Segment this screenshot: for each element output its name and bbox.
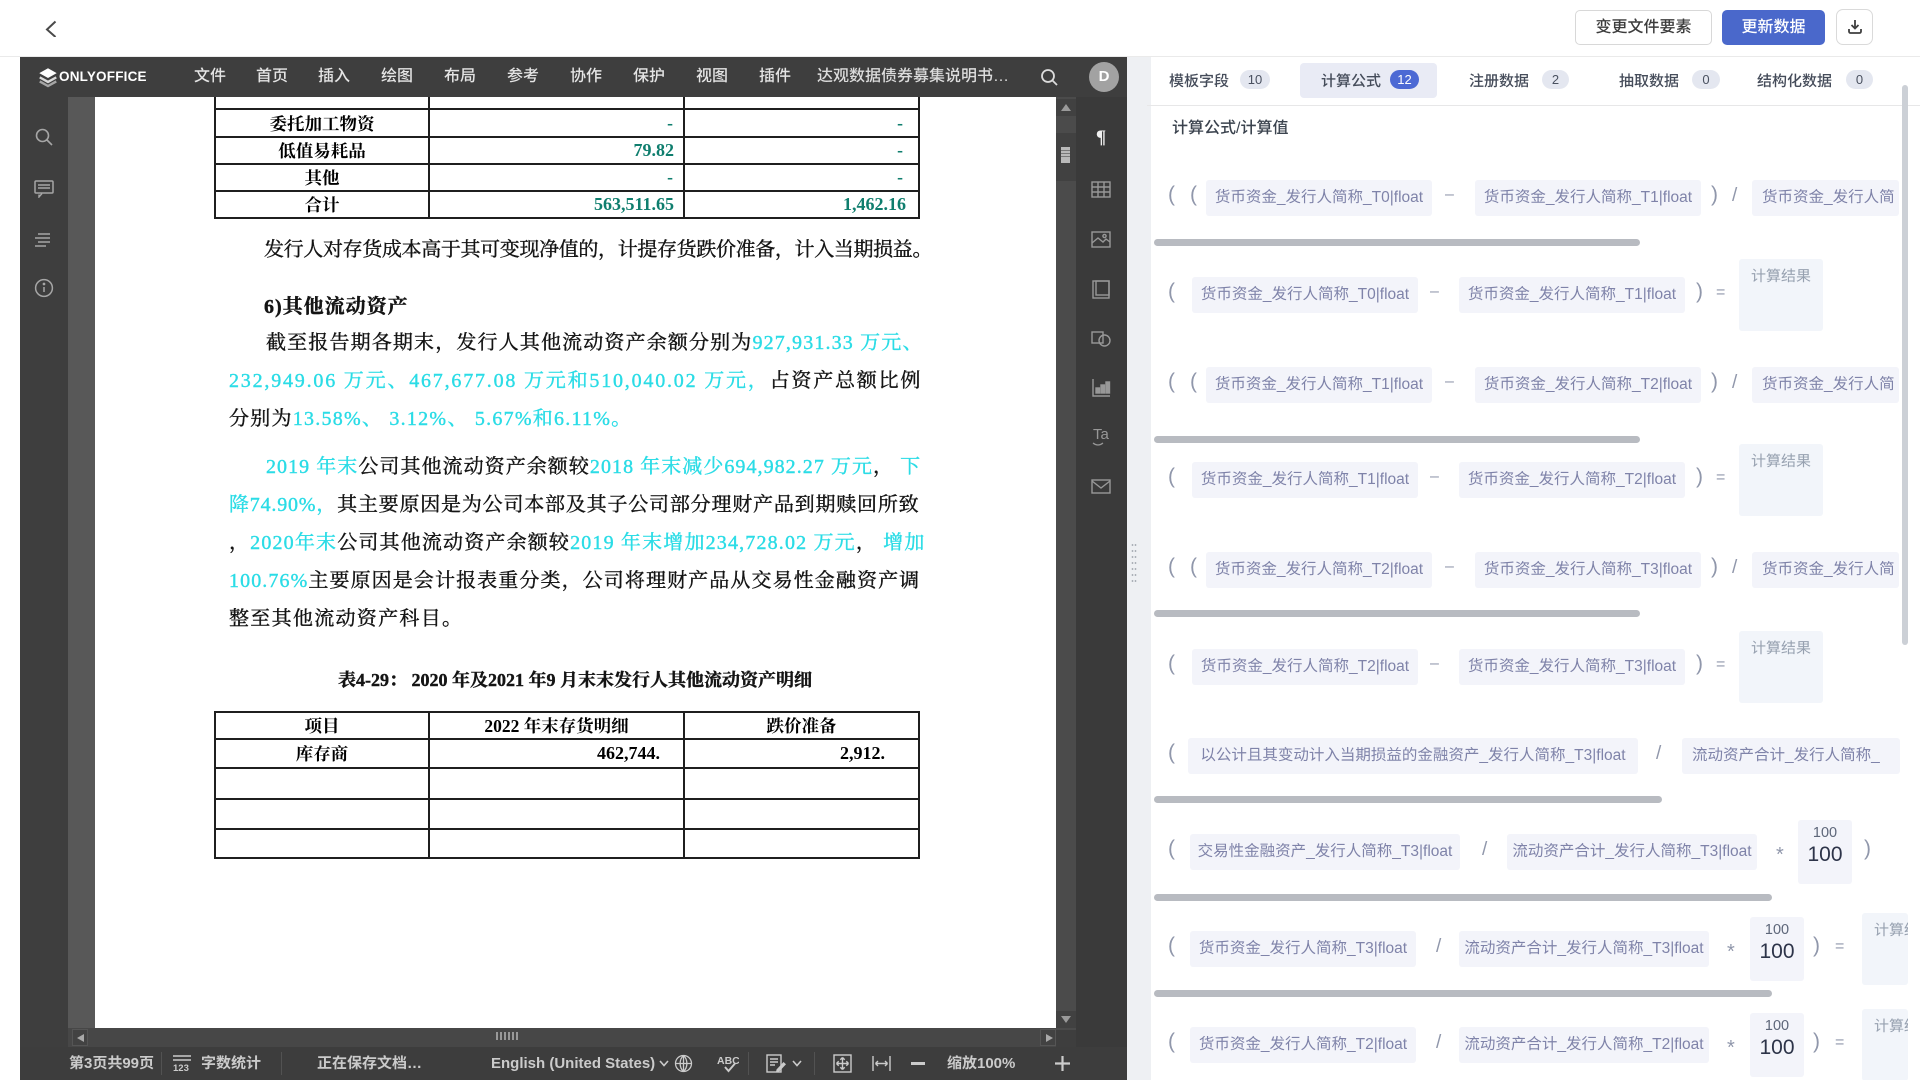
svg-text:Ta: Ta — [1093, 426, 1110, 443]
svg-text:¶: ¶ — [1096, 127, 1106, 148]
svg-text:123: 123 — [173, 1063, 189, 1073]
svg-text:ABC: ABC — [717, 1055, 739, 1067]
